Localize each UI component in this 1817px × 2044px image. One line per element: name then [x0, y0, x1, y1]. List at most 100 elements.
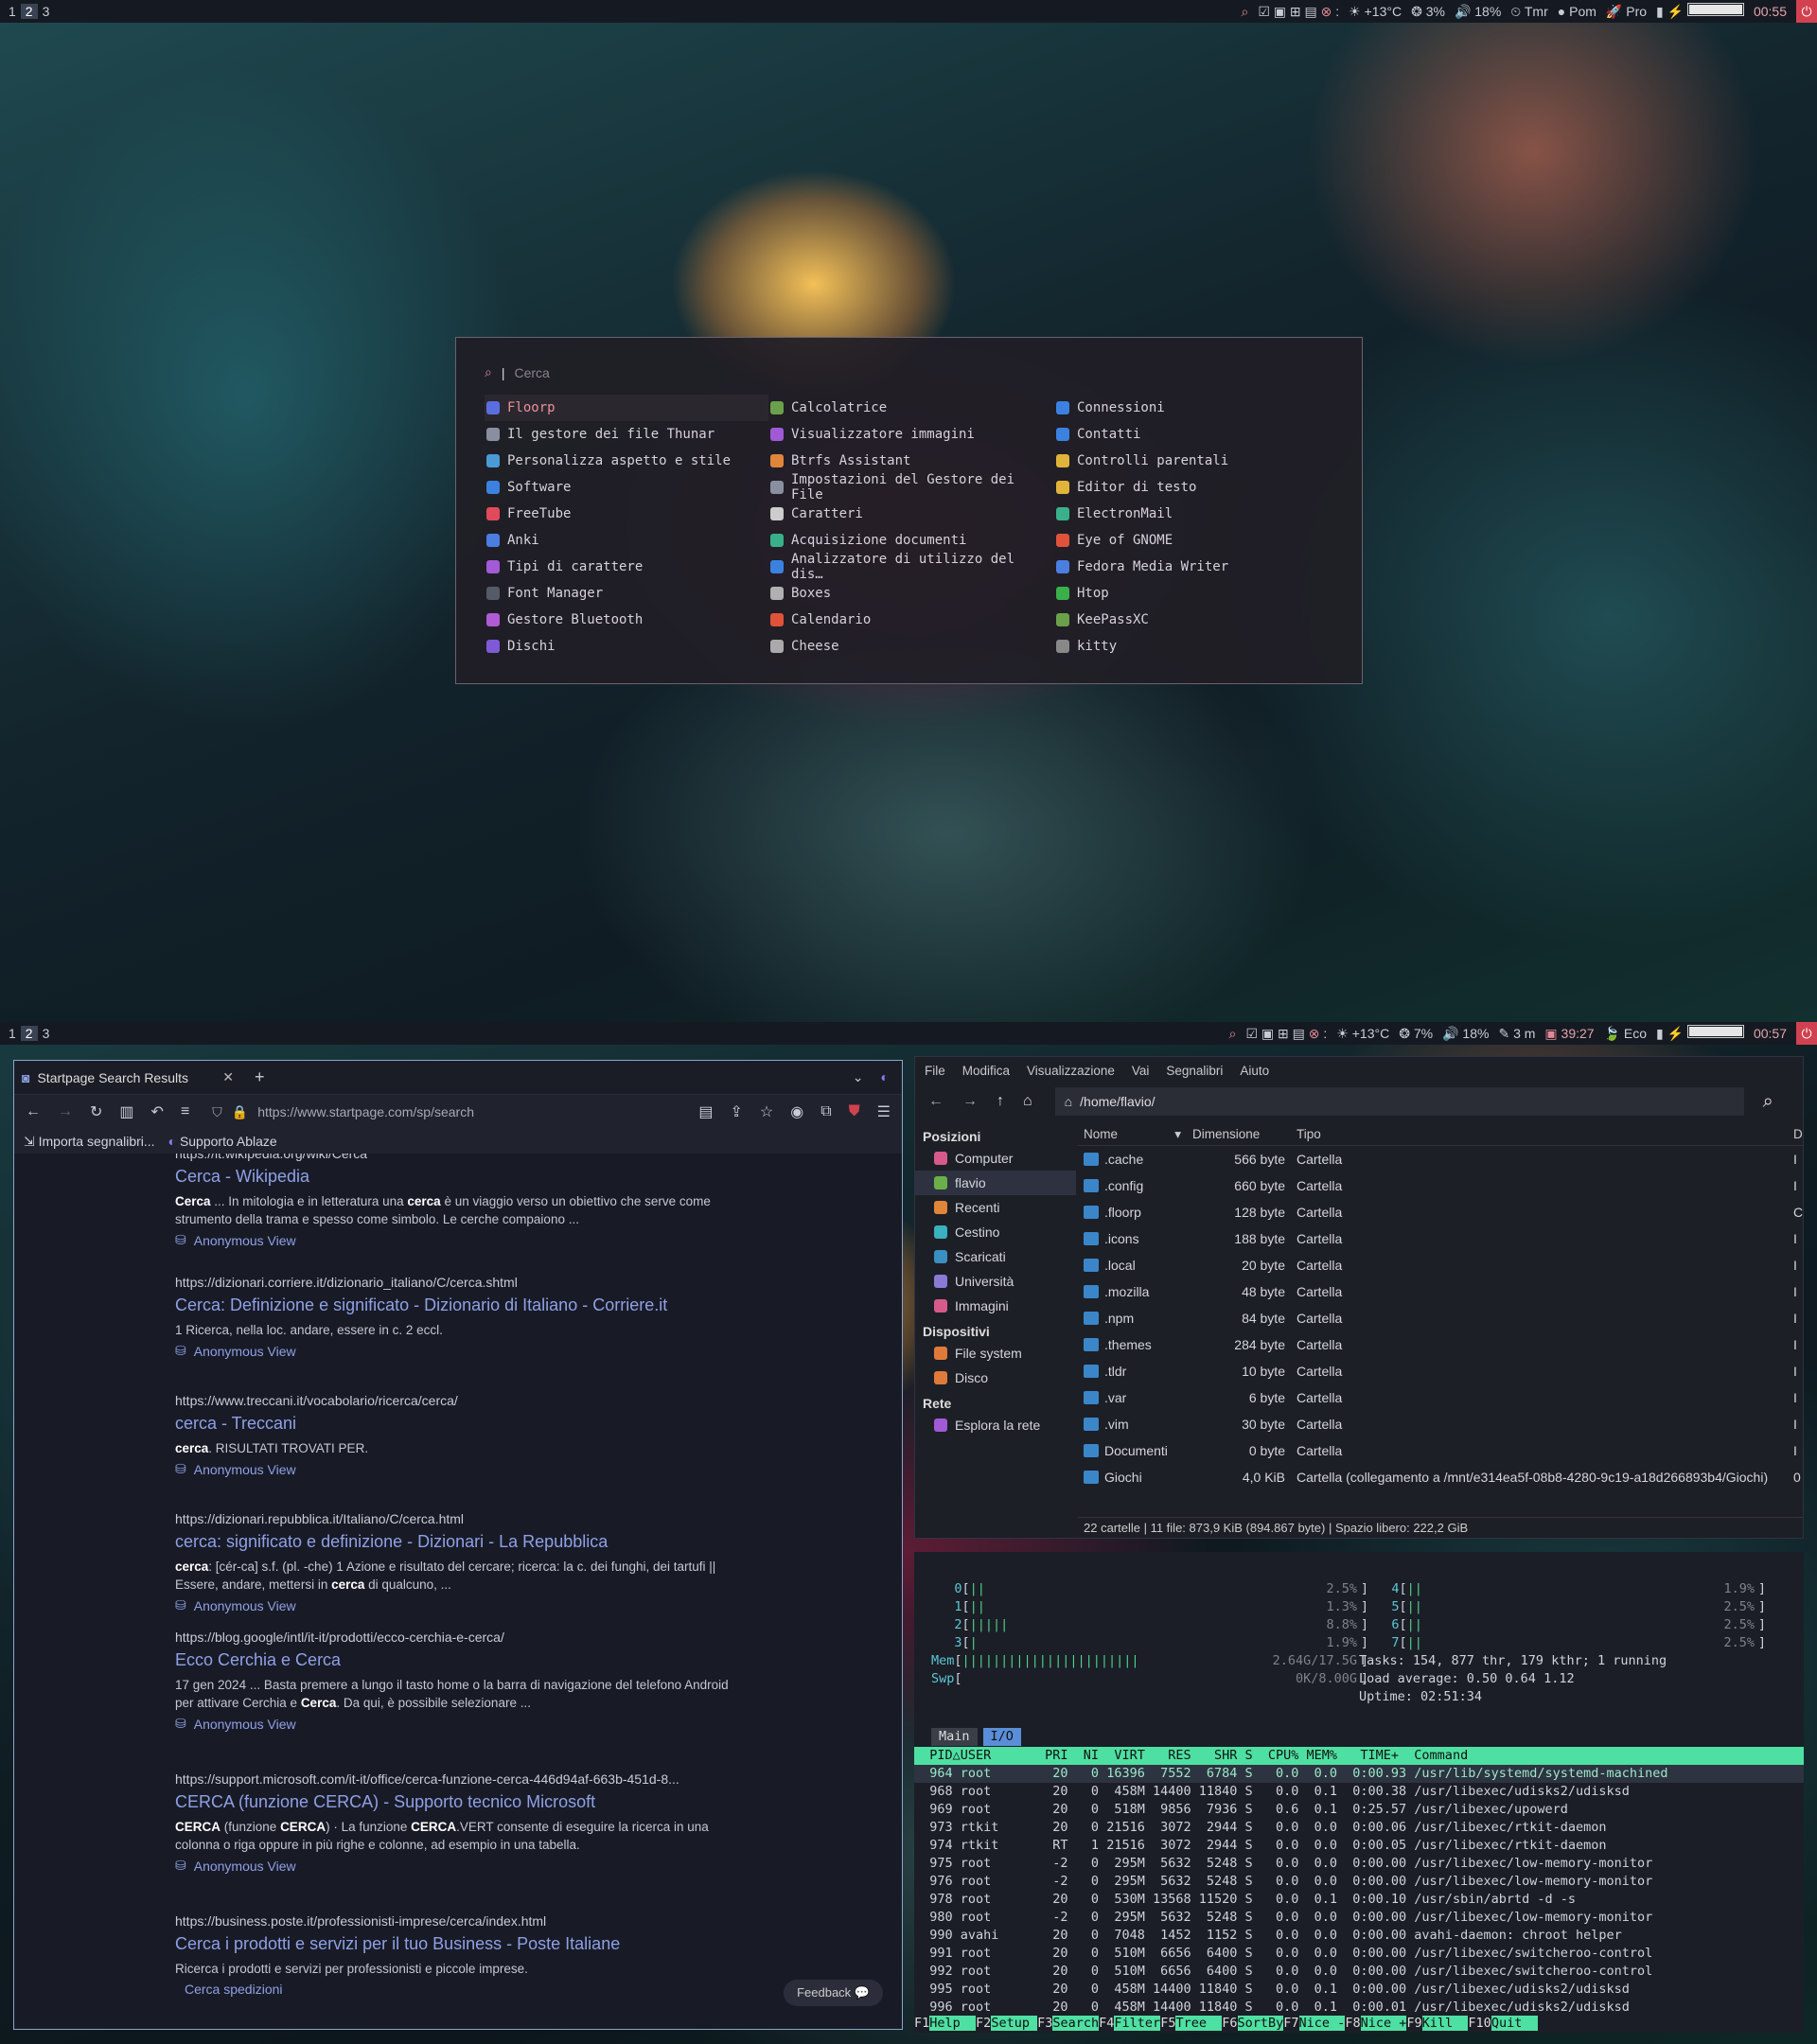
fkey-label[interactable]: Quit [1491, 2016, 1538, 2031]
col-name[interactable]: Nome ▾ [1078, 1127, 1187, 1142]
new-tab-button[interactable]: + [241, 1067, 278, 1087]
launcher-item[interactable]: Calendario [768, 607, 1054, 633]
process-row[interactable]: 969 root 20 0 518M 9856 7936 S 0.6 0.1 0… [914, 1801, 1804, 1819]
volume[interactable]: 🔊 18% [1442, 1026, 1489, 1042]
file-row[interactable]: .themes 284 byte Cartella I [1078, 1331, 1803, 1358]
sidebar-item[interactable]: Scaricati [915, 1244, 1076, 1269]
menu-item[interactable]: Visualizzazione [1027, 1064, 1115, 1078]
file-row[interactable]: .tldr 10 byte Cartella I [1078, 1358, 1803, 1384]
chevron-down-icon[interactable]: ⌄ [853, 1069, 864, 1085]
process-row[interactable]: 980 root -2 0 295M 5632 5248 S 0.0 0.0 0… [914, 1909, 1804, 1927]
workspace-2[interactable]: 2 [20, 1026, 38, 1041]
power-icon[interactable]: ⏻ [1796, 1022, 1817, 1045]
launcher-item[interactable]: KeePassXC [1054, 607, 1338, 633]
search-icon[interactable]: ⌕ [1242, 4, 1249, 20]
fkey-label[interactable]: Help [929, 2016, 977, 2031]
fkey-label[interactable]: SortBy [1237, 2016, 1284, 2031]
file-row[interactable]: .var 6 byte Cartella I [1078, 1384, 1803, 1411]
anonymous-view-link[interactable]: ⛁ Anonymous View [175, 1232, 743, 1248]
result-title[interactable]: cerca: significato e definizione - Dizio… [175, 1532, 743, 1552]
launcher-search-input[interactable]: Cerca [514, 365, 549, 380]
process-row[interactable]: 968 root 20 0 458M 14400 11840 S 0.0 0.1… [914, 1783, 1804, 1801]
sidebar-item[interactable]: Cestino [915, 1220, 1076, 1244]
launcher-item[interactable]: Font Manager [485, 580, 768, 607]
fkey[interactable]: F5 [1160, 2016, 1175, 2031]
launcher-item[interactable]: Anki [485, 527, 768, 554]
fkey[interactable]: F3 [1037, 2016, 1052, 2031]
sidebar-item[interactable]: flavio [915, 1171, 1076, 1195]
process-row[interactable]: 991 root 20 0 510M 6656 6400 S 0.0 0.0 0… [914, 1945, 1804, 1963]
process-row[interactable]: 964 root 20 0 16396 7552 6784 S 0.0 0.0 … [914, 1765, 1804, 1783]
reader-icon[interactable]: ≡ [181, 1103, 189, 1120]
result-title[interactable]: CERCA (funzione CERCA) - Supporto tecnic… [175, 1792, 743, 1812]
tab-startpage[interactable]: ◙ Startpage Search Results ✕ [14, 1061, 241, 1095]
workspace-2[interactable]: 2 [20, 4, 38, 19]
process-row[interactable]: 975 root -2 0 295M 5632 5248 S 0.0 0.0 0… [914, 1855, 1804, 1873]
fkey[interactable]: F9 [1406, 2016, 1421, 2031]
result-url[interactable]: https://www.treccani.it/vocabolario/rice… [175, 1393, 743, 1408]
result-url[interactable]: https://support.microsoft.com/it-it/offi… [175, 1771, 743, 1787]
menu-item[interactable]: File [925, 1064, 945, 1078]
anonymous-view-link[interactable]: ⛁ Anonymous View [175, 1597, 743, 1613]
sidebar-item[interactable]: Immagini [915, 1294, 1076, 1318]
col-type[interactable]: Tipo [1291, 1127, 1793, 1141]
tray-icons[interactable]: ☑ ▣ ⊞ ▤ ⊗ : [1245, 1026, 1327, 1042]
close-tab-icon[interactable]: ✕ [222, 1069, 234, 1085]
launcher-item[interactable]: Il gestore dei file Thunar [485, 421, 768, 448]
sidebar-item[interactable]: Università [915, 1269, 1076, 1294]
power-profile[interactable]: 🍃 Eco [1604, 1026, 1647, 1042]
sidebar-item[interactable]: Computer [915, 1146, 1076, 1171]
launcher-item[interactable]: Calcolatrice [768, 395, 1054, 421]
fkey-label[interactable]: Filter [1114, 2016, 1161, 2031]
fkey-label[interactable]: Kill [1421, 2016, 1469, 2031]
anonymous-view-link[interactable]: ⛁ Anonymous View [175, 1858, 743, 1874]
feedback-button[interactable]: Feedback 💬 [784, 1980, 883, 2006]
launcher-item[interactable]: FreeTube [485, 501, 768, 527]
launcher-item[interactable]: Floorp [485, 395, 768, 421]
result-url[interactable]: https://dizionari.corriere.it/dizionario… [175, 1275, 743, 1290]
fkey[interactable]: F2 [976, 2016, 991, 2031]
tray-icons[interactable]: ☑ ▣ ⊞ ▤ ⊗ : [1258, 4, 1339, 20]
extensions-icon[interactable]: ⧉ [820, 1103, 831, 1120]
launcher-item[interactable]: Editor di testo [1054, 474, 1338, 501]
launcher-item[interactable]: kitty [1054, 633, 1338, 660]
star-icon[interactable]: ☆ [760, 1102, 773, 1121]
file-row[interactable]: .vim 30 byte Cartella I [1078, 1411, 1803, 1437]
fkey-label[interactable]: Nice - [1298, 2016, 1346, 2031]
power-icon[interactable]: ⏻ [1796, 0, 1817, 23]
file-row[interactable]: .floorp 128 byte Cartella C [1078, 1199, 1803, 1225]
forward-icon[interactable]: → [58, 1103, 73, 1120]
back-icon[interactable]: ← [26, 1103, 41, 1120]
process-row[interactable]: 992 root 20 0 510M 6656 6400 S 0.0 0.0 0… [914, 1963, 1804, 1981]
sidebar-item[interactable]: Disco [915, 1366, 1076, 1390]
menu-icon[interactable]: ☰ [877, 1102, 891, 1121]
forward-icon[interactable]: → [962, 1093, 978, 1110]
menu-item[interactable]: Segnalibri [1166, 1064, 1223, 1078]
launcher-search[interactable]: ⌕ | Cerca [485, 364, 550, 380]
sidebar-icon[interactable]: ▥ [119, 1102, 133, 1121]
file-row[interactable]: .cache 566 byte Cartella I [1078, 1146, 1803, 1172]
power-profile[interactable]: 🚀 Pro [1606, 4, 1647, 20]
launcher-item[interactable]: Controlli parentali [1054, 448, 1338, 474]
anonymous-view-link[interactable]: ⛁ Anonymous View [175, 1343, 743, 1359]
launcher-item[interactable]: Acquisizione documenti [768, 527, 1054, 554]
result-title[interactable]: cerca - Treccani [175, 1414, 743, 1434]
result-url[interactable]: https://dizionari.repubblica.it/Italiano… [175, 1511, 743, 1526]
account-icon[interactable]: ◉ [790, 1102, 803, 1121]
launcher-item[interactable]: ElectronMail [1054, 501, 1338, 527]
launcher-item[interactable]: Btrfs Assistant [768, 448, 1054, 474]
fkey[interactable]: F10 [1468, 2016, 1491, 2031]
file-row[interactable]: .local 20 byte Cartella I [1078, 1252, 1803, 1278]
menu-item[interactable]: Modifica [962, 1064, 1010, 1078]
file-row[interactable]: .mozilla 48 byte Cartella I [1078, 1278, 1803, 1305]
launcher-item[interactable]: Dischi [485, 633, 768, 660]
result-title[interactable]: Cerca i prodotti e servizi per il tuo Bu… [175, 1934, 743, 1954]
launcher-item[interactable]: Connessioni [1054, 395, 1338, 421]
sidebar-item[interactable]: Recenti [915, 1195, 1076, 1220]
pomodoro[interactable]: ● Pom [1558, 4, 1596, 19]
process-row[interactable]: 990 avahi 20 0 7048 1452 1152 S 0.0 0.0 … [914, 1927, 1804, 1945]
fkey-label[interactable]: Setup [991, 2016, 1038, 2031]
sidebar-item[interactable]: File system [915, 1341, 1076, 1366]
col-size[interactable]: Dimensione [1187, 1127, 1291, 1141]
sub-link[interactable]: Cerca spedizioni [175, 1982, 743, 1997]
